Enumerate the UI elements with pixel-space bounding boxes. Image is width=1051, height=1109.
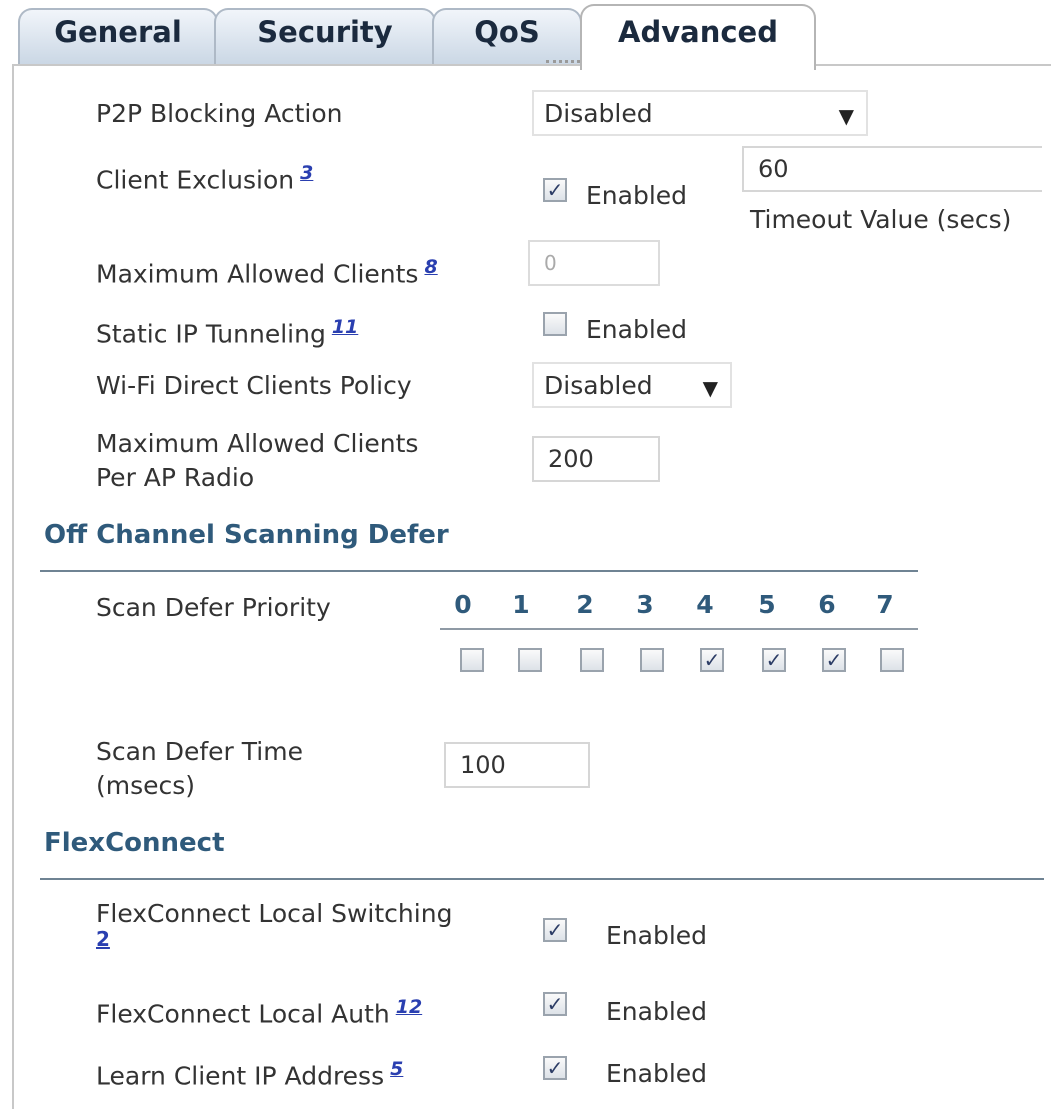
section-divider	[40, 878, 1044, 880]
p2p-blocking-label: P2P Blocking Action	[96, 99, 343, 128]
max-allowed-clients-input[interactable]: 0	[528, 240, 660, 286]
max-clients-per-radio-label-2: Per AP Radio	[96, 463, 255, 492]
local-auth-enabled-label: Enabled	[606, 997, 708, 1026]
local-switching-enabled-label: Enabled	[606, 921, 708, 950]
check-icon: ✓	[765, 648, 783, 672]
flexconnect-local-switching-checkbox[interactable]: ✓	[543, 918, 567, 942]
max-clients-per-radio-input[interactable]: 200	[532, 436, 660, 482]
priority-divider	[440, 628, 918, 630]
learn-ip-enabled-label: Enabled	[606, 1059, 708, 1088]
footnote-link[interactable]: 3	[300, 162, 313, 184]
priority-header-4: 4	[696, 590, 714, 619]
chevron-down-icon: ▼	[838, 104, 854, 128]
footnote-link[interactable]: 11	[332, 316, 358, 338]
section-divider	[40, 570, 918, 572]
flexconnect-local-auth-label: FlexConnect Local Auth 12	[96, 990, 422, 1031]
client-exclusion-enabled-label: Enabled	[586, 181, 688, 210]
select-value: Disabled	[544, 370, 653, 400]
priority-header-0: 0	[454, 590, 472, 619]
tab-label: General	[54, 15, 182, 49]
label-text: Static IP Tunneling	[96, 319, 326, 349]
check-icon: ✓	[825, 648, 843, 672]
wifi-direct-policy-label: Wi-Fi Direct Clients Policy	[96, 371, 412, 400]
priority-checkbox-6[interactable]: ✓	[822, 648, 846, 672]
check-icon: ✓	[546, 992, 564, 1016]
static-ip-tunneling-label: Static IP Tunneling 11	[96, 310, 358, 351]
priority-checkbox-1[interactable]	[518, 648, 542, 672]
priority-checkbox-5[interactable]: ✓	[762, 648, 786, 672]
max-allowed-clients-label: Maximum Allowed Clients 8	[96, 250, 438, 291]
select-value: Disabled	[544, 98, 653, 128]
footnote-link[interactable]: 8	[424, 256, 437, 278]
client-exclusion-checkbox[interactable]: ✓	[543, 178, 567, 202]
priority-checkbox-3[interactable]	[640, 648, 664, 672]
label-text: FlexConnect Local Auth	[96, 999, 390, 1029]
flexconnect-local-switching-label: FlexConnect Local Switching	[96, 899, 453, 928]
flexconnect-local-auth-checkbox[interactable]: ✓	[543, 992, 567, 1016]
flexconnect-local-switching-footnote-row: 2	[96, 928, 110, 950]
max-clients-per-radio-label-1: Maximum Allowed Clients	[96, 429, 419, 458]
tab-label: QoS	[474, 15, 540, 49]
flexconnect-section-title: FlexConnect	[44, 828, 225, 858]
check-icon: ✓	[546, 178, 564, 202]
priority-header-3: 3	[636, 590, 654, 619]
scan-defer-priority-label: Scan Defer Priority	[96, 593, 331, 622]
priority-checkbox-2[interactable]	[580, 648, 604, 672]
footnote-link[interactable]: 12	[396, 996, 422, 1018]
label-text: Maximum Allowed Clients	[96, 259, 419, 289]
priority-header-6: 6	[818, 590, 836, 619]
label-text: Client Exclusion	[96, 165, 295, 195]
tab-advanced[interactable]: Advanced	[580, 4, 816, 70]
tab-label: Advanced	[618, 15, 778, 49]
client-exclusion-label: Client Exclusion 3	[96, 156, 313, 197]
scan-defer-time-label-1: Scan Defer Time	[96, 737, 303, 766]
priority-checkbox-0[interactable]	[460, 648, 484, 672]
footnote-link[interactable]: 5	[390, 1058, 403, 1080]
priority-header-1: 1	[512, 590, 530, 619]
learn-client-ip-label: Learn Client IP Address 5	[96, 1052, 403, 1093]
tab-qos[interactable]: QoS	[432, 8, 582, 66]
tab-strip: General Security QoS Advanced	[0, 0, 1051, 70]
label-text: Learn Client IP Address	[96, 1061, 385, 1091]
tab-label: Security	[257, 15, 393, 49]
check-icon: ✓	[546, 918, 564, 942]
priority-checkbox-7[interactable]	[880, 648, 904, 672]
wifi-direct-policy-select[interactable]: Disabled ▼	[532, 362, 732, 408]
priority-header-2: 2	[576, 590, 594, 619]
scan-defer-time-label-2: (msecs)	[96, 771, 196, 800]
timeout-value-label: Timeout Value (secs)	[750, 205, 1012, 234]
footnote-link[interactable]: 2	[96, 928, 110, 950]
static-ip-tunneling-checkbox[interactable]	[543, 312, 567, 336]
priority-header-7: 7	[876, 590, 894, 619]
p2p-blocking-select[interactable]: Disabled ▼	[532, 90, 868, 136]
check-icon: ✓	[703, 648, 721, 672]
static-ip-enabled-label: Enabled	[586, 315, 688, 344]
check-icon: ✓	[546, 1056, 564, 1080]
learn-client-ip-checkbox[interactable]: ✓	[543, 1056, 567, 1080]
tab-general[interactable]: General	[18, 8, 218, 66]
priority-checkbox-4[interactable]: ✓	[700, 648, 724, 672]
chevron-down-icon: ▼	[702, 376, 718, 400]
off-channel-section-title: Off Channel Scanning Defer	[44, 520, 449, 550]
tab-security[interactable]: Security	[214, 8, 436, 66]
priority-header-5: 5	[758, 590, 776, 619]
timeout-value-input[interactable]: 60	[742, 146, 1042, 192]
scan-defer-time-input[interactable]: 100	[444, 742, 590, 788]
